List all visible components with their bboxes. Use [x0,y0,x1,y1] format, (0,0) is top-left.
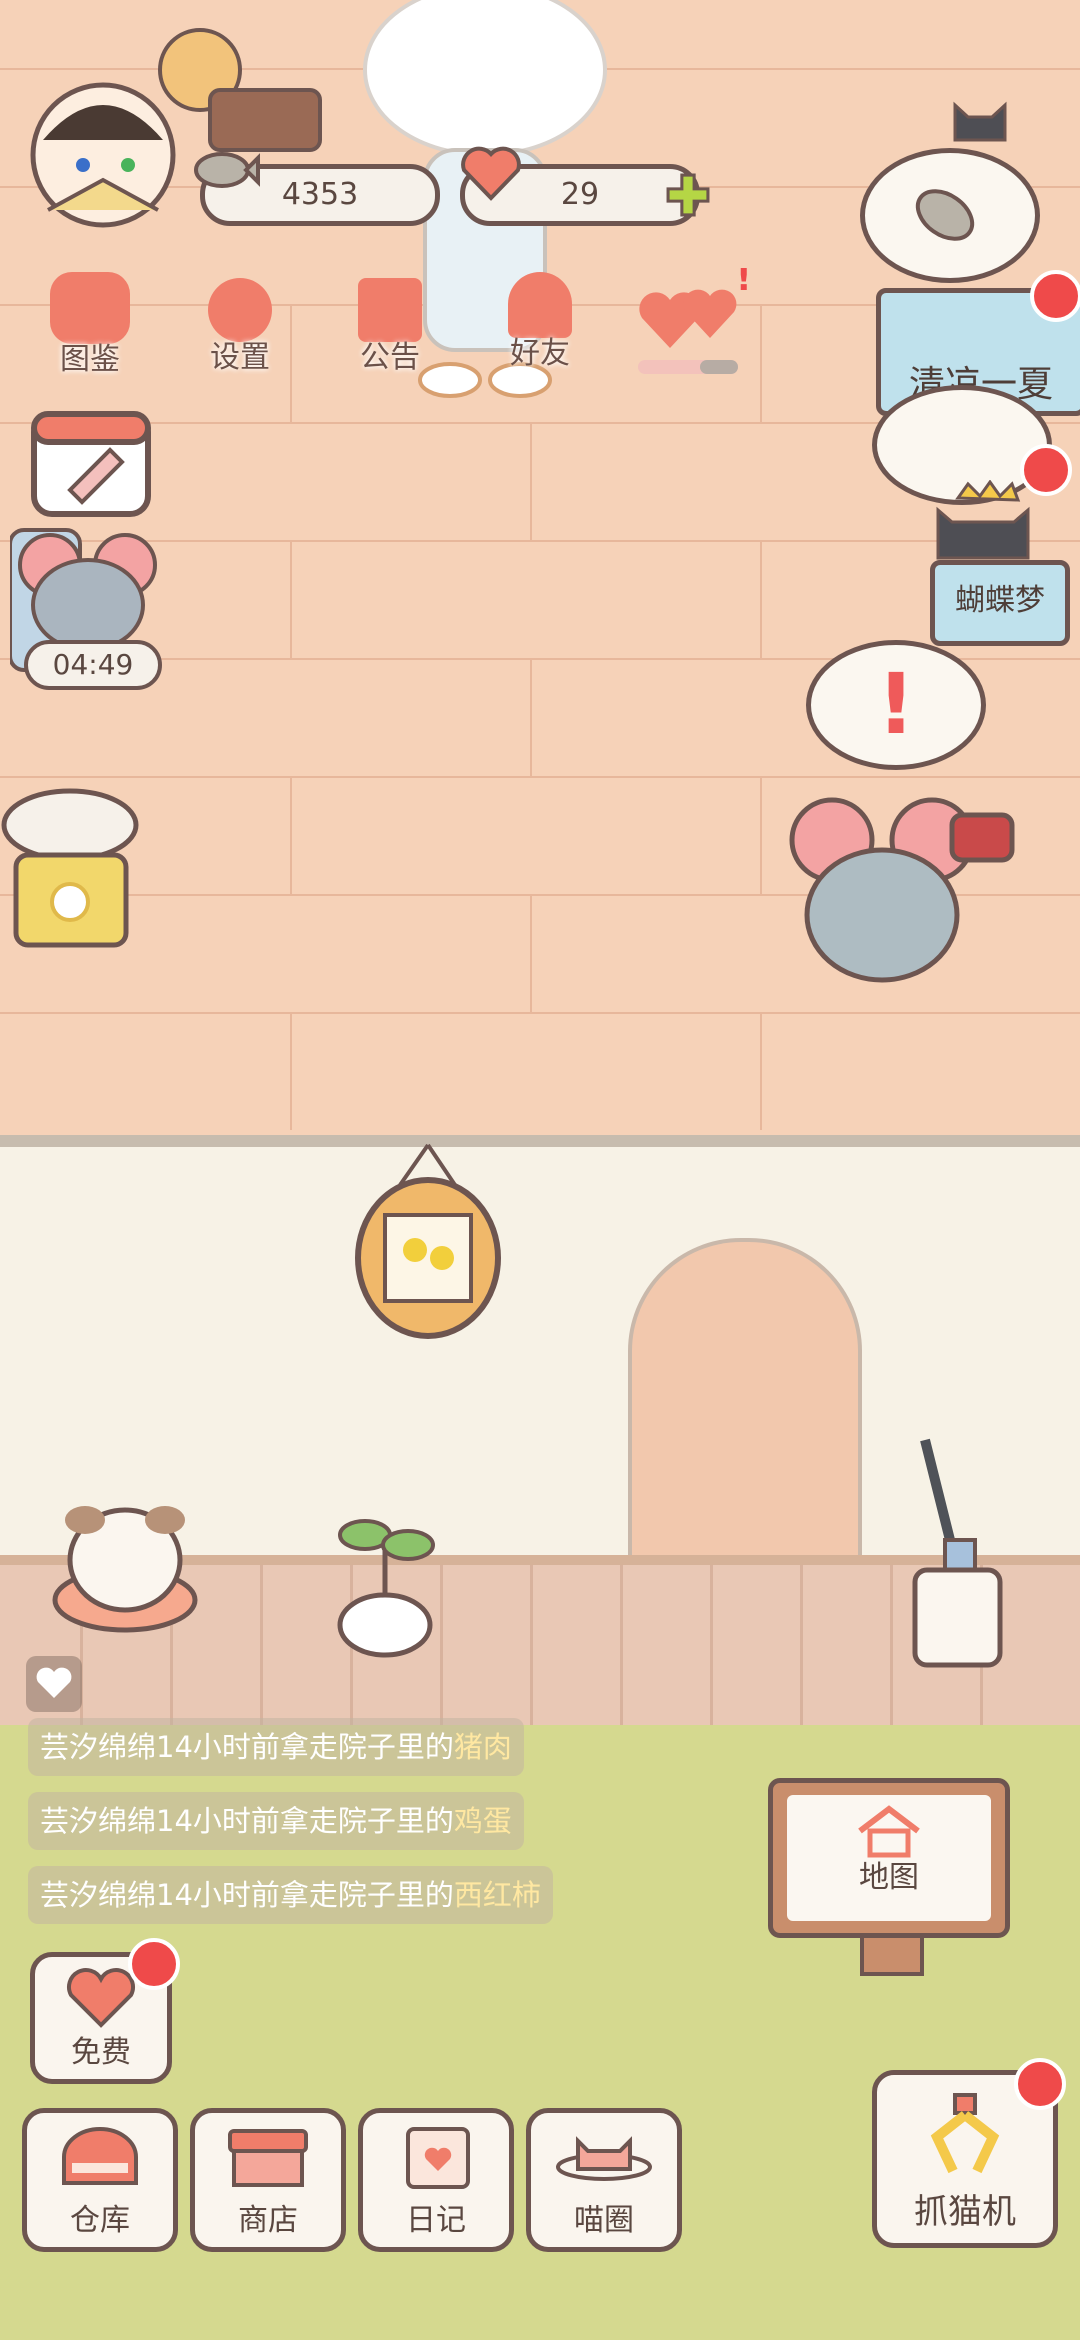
menu-announcement[interactable]: 公告 [330,268,450,388]
house-icon [858,1805,920,1858]
free-label: 免费 [71,2035,131,2070]
food-bowl-icon[interactable] [0,785,140,950]
cat-book-icon [50,272,130,344]
friends-icon [508,272,572,338]
menu-announcement-label: 公告 [360,340,420,375]
collapse-log-button[interactable] [26,1656,82,1712]
calendar-pencil-icon[interactable] [30,400,152,518]
sprout-pot[interactable] [330,1500,440,1660]
hearts-gift-button[interactable]: ! [630,259,752,378]
pug-dog[interactable] [50,1490,200,1635]
log-item: 鸡蛋 [453,1804,512,1838]
map-label: 地图 [859,1860,919,1895]
summer-event-notification-dot [1030,270,1080,322]
map-signpost[interactable]: 地图 [768,1778,1010,1976]
fish-icon [915,189,975,241]
nav-warehouse[interactable]: 仓库 [22,2108,178,2252]
cat-peek-icon [953,101,1007,142]
activity-log-entry: 芸汐绵绵14小时前拿走院子里的鸡蛋 [28,1792,524,1850]
shop-icon [228,2129,308,2187]
log-actor: 芸汐绵绵 [40,1804,157,1838]
svg-text:!: ! [736,268,750,299]
log-actor: 芸汐绵绵 [40,1878,157,1912]
heart-count: 29 [560,177,600,212]
menu-friends[interactable]: 好友 [480,268,600,388]
claw-machine-label: 抓猫机 [914,2192,1016,2232]
log-item: 西红柿 [453,1878,541,1912]
menu-friends-label: 好友 [510,336,570,371]
menu-codex[interactable]: 图鉴 [30,268,150,388]
gift-icon [358,278,422,342]
grumpy-mouse[interactable] [782,795,1022,995]
wall-ledge [0,1135,1080,1147]
sign-board: 地图 [768,1778,1010,1938]
menu-settings-label: 设置 [210,340,270,375]
claw-icon [930,2093,1000,2174]
fish-icon [194,152,260,188]
butterfly-dream-label: 蝴蝶梦 [955,583,1045,618]
activity-log-entry: 芸汐绵绵14小时前拿走院子里的西红柿 [28,1866,553,1924]
umbrella-stand[interactable] [905,1430,1010,1670]
log-actor: 芸汐绵绵 [40,1730,157,1764]
hanging-flower-frame [350,1140,505,1340]
log-text: 14小时前拿走院子里的 [156,1730,454,1764]
arched-doorway[interactable] [628,1238,862,1562]
claw-notification-dot [1014,2058,1066,2110]
nav-diary[interactable]: 日记 [358,2108,514,2252]
log-text: 14小时前拿走院子里的 [156,1804,454,1838]
log-item: 猪肉 [453,1730,512,1764]
heart-outline-icon [36,1667,72,1698]
exclamation-icon: ! [876,655,916,753]
butterfly-dream-event[interactable]: 蝴蝶梦 [930,560,1070,646]
diary-icon [406,2127,470,2189]
exclamation-bubble[interactable]: ! [806,640,986,770]
gear-icon [208,278,272,342]
cat-planet-icon [556,2136,652,2181]
activity-log-entry: 芸汐绵绵14小时前拿走院子里的猪肉 [28,1718,524,1776]
heart-icon [67,1968,135,2028]
crowned-cat-icon [936,480,1030,560]
add-currency-icon[interactable] [665,172,711,218]
fish-request-bubble[interactable] [860,148,1040,283]
log-text: 14小时前拿走院子里的 [156,1878,454,1912]
nav-shop[interactable]: 商店 [190,2108,346,2252]
free-notification-dot [128,1938,180,1990]
nav-shop-label: 商店 [238,2203,298,2238]
nav-cat-circle[interactable]: 喵圈 [526,2108,682,2252]
fish-count: 4353 [281,177,359,212]
menu-settings[interactable]: 设置 [180,268,300,388]
menu-codex-label: 图鉴 [60,342,120,377]
nav-warehouse-label: 仓库 [70,2203,130,2238]
heart-icon [461,146,521,201]
countdown-timer: 04:49 [24,640,162,690]
hearts-icon: ! [638,259,752,374]
nav-cat-circle-label: 喵圈 [574,2203,634,2238]
nav-diary-label: 日记 [406,2203,466,2238]
warehouse-icon [62,2127,138,2185]
